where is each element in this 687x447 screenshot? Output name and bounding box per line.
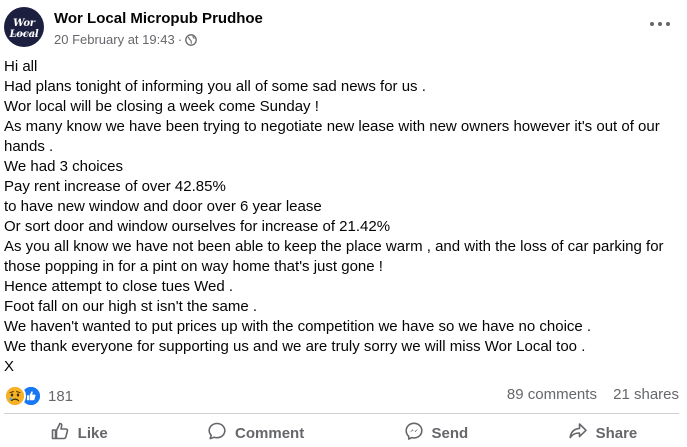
- post-text-line: We thank everyone for supporting us and …: [4, 338, 586, 355]
- post-text-line: to have new window and door over 6 year …: [4, 198, 322, 215]
- post-text-line: Pay rent increase of over 42.85%: [4, 178, 226, 195]
- post-text-line: X: [4, 358, 15, 375]
- avatar-logo-subtext: Micropub Prudhoe: [11, 32, 37, 36]
- share-arrow-icon: [568, 421, 588, 445]
- like-button[interactable]: Like: [50, 421, 108, 445]
- page-name-link[interactable]: Wor Local Micropub Prudhoe: [54, 10, 263, 27]
- meta-separator: ·: [177, 32, 183, 47]
- post-body: Hi all Had plans tonight of informing you…: [4, 57, 680, 377]
- thumbs-up-icon: [50, 421, 70, 445]
- post-text-line: Had plans tonight of informing you all o…: [4, 78, 426, 95]
- reactions-summary[interactable]: 181: [4, 385, 73, 407]
- engagement-counts: 89 comments 21 shares: [507, 386, 679, 403]
- send-label: Send: [431, 424, 469, 442]
- post-text-line: Wor local will be closing a week come Su…: [4, 98, 319, 115]
- send-button[interactable]: Send: [404, 421, 469, 445]
- globe-icon: [185, 33, 197, 46]
- sad-reaction-icon: [4, 385, 26, 407]
- post-stats: 181 89 comments 21 shares: [4, 385, 679, 407]
- messenger-icon: [404, 421, 424, 445]
- post-text-line: Or sort door and window ourselves for in…: [4, 218, 391, 235]
- like-label: Like: [77, 424, 108, 442]
- post-text-line: Hence attempt to close tues Wed .: [4, 278, 234, 295]
- post-actions-bar: Like Comment Send Share: [0, 419, 687, 447]
- post-text-line: We had 3 choices: [4, 158, 123, 175]
- post-text-line: Foot fall on our high st isn't the same …: [4, 298, 257, 315]
- comments-count-link[interactable]: 89 comments: [507, 386, 597, 403]
- facebook-post: Wor Local Micropub Prudhoe Wor Local Mic…: [0, 0, 687, 447]
- post-text-line: As you all know we have not been able to…: [4, 238, 664, 275]
- avatar-logo-text: Wor Local: [9, 18, 39, 40]
- actions-divider: [4, 413, 679, 414]
- post-meta: 20 February at 19:43 ·: [54, 32, 197, 47]
- reaction-count: 181: [48, 387, 74, 405]
- comment-bubble-icon: [207, 421, 227, 445]
- page-avatar[interactable]: Wor Local Micropub Prudhoe: [4, 7, 44, 47]
- share-label: Share: [595, 424, 638, 442]
- shares-count-link[interactable]: 21 shares: [613, 386, 679, 403]
- comment-label: Comment: [235, 424, 305, 442]
- post-timestamp[interactable]: 20 February at 19:43: [54, 32, 175, 47]
- post-header: Wor Local Micropub Prudhoe Wor Local Mic…: [2, 6, 687, 50]
- share-button[interactable]: Share: [568, 421, 638, 445]
- post-text-line: We haven't wanted to put prices up with …: [4, 318, 592, 335]
- post-text-line: As many know we have been trying to nego…: [4, 118, 660, 155]
- post-text-line: Hi all: [4, 58, 38, 75]
- comment-button[interactable]: Comment: [207, 421, 304, 445]
- more-options-icon[interactable]: [650, 18, 670, 30]
